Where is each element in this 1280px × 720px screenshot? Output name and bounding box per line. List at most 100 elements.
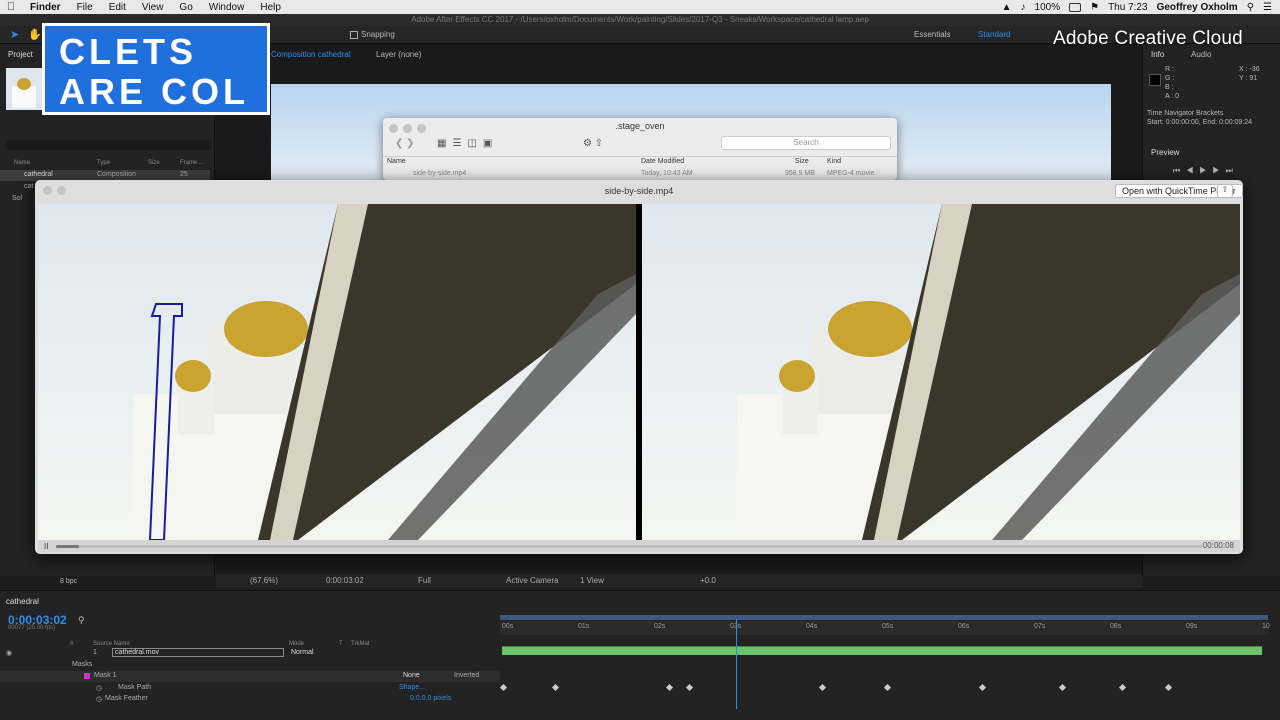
close-icon[interactable] [43,186,52,195]
layer-row[interactable]: ◉ 1 cathedral.mov Normal [0,648,500,659]
hand-tool-icon[interactable]: ✋ [28,28,42,41]
preview-controls-icon[interactable]: ⏮◀▶▶⏭ [1173,166,1239,176]
masks-row[interactable]: Masks [0,660,500,671]
keyframe[interactable] [499,683,508,692]
pause-button[interactable]: II [44,542,48,551]
keyframe[interactable] [1058,683,1066,692]
col-size[interactable]: Size [148,160,160,166]
stopwatch-icon[interactable]: ◷ [96,684,102,692]
inverted-label[interactable]: Inverted [454,672,479,679]
tab-preview[interactable]: Preview [1151,148,1179,157]
finder-col-name[interactable]: Name [387,158,406,165]
zoom-level[interactable]: (67.6%) [250,576,278,585]
tab-info[interactable]: Info [1151,50,1164,59]
mask-feather-row[interactable]: ◷ Mask Feather 0.0,0.0 pixels [0,694,500,705]
notification-icon[interactable]: ☰ [1263,2,1272,13]
menu-edit[interactable]: Edit [101,2,134,13]
menu-finder[interactable]: Finder [22,2,69,13]
bpc-label[interactable]: 8 bpc [60,578,77,585]
workspace-standard[interactable]: Standard [978,30,1010,39]
menu-file[interactable]: File [69,2,101,13]
keyframe[interactable] [1119,683,1127,692]
viewer-timecode[interactable]: 0:00:03:02 [326,576,364,585]
mask-name[interactable]: Mask 1 [94,672,117,679]
workspace-essentials[interactable]: Essentials [914,30,950,39]
search-icon[interactable]: ⚲ [1247,2,1254,13]
finder-row[interactable]: side-by-side.mp4 Today, 10:43 AM 958.9 M… [383,168,897,178]
keyframe[interactable] [883,683,891,692]
finder-search-input[interactable]: Search [721,136,891,150]
playhead[interactable] [736,619,738,709]
wifi-icon[interactable]: ▲ [1002,2,1012,13]
volume-icon[interactable]: ♪ [1021,2,1026,13]
keyframe[interactable] [978,683,986,692]
layer-mode-select[interactable]: Normal [291,649,314,656]
mask-path-value[interactable]: Shape... [399,684,425,691]
keyframe[interactable] [686,683,694,692]
back-icon[interactable]: ❮ ❯ [395,138,415,149]
tab-timeline-cathedral[interactable]: cathedral [6,597,39,606]
col-type[interactable]: Type [97,160,110,166]
col-name[interactable]: Name [14,160,30,166]
mask-row[interactable]: Mask 1 None Inverted [0,671,500,682]
col-source-name[interactable]: Source Name [93,641,130,647]
share-icon[interactable]: ⚙ ⇧ [583,138,603,149]
battery-percent[interactable]: 100% [1035,2,1061,13]
mask-color-swatch[interactable] [84,673,90,679]
user-name[interactable]: Geoffrey Oxholm [1157,2,1238,13]
apple-icon[interactable]:  [0,1,22,13]
col-frames[interactable]: Frame ... [180,160,204,166]
clock[interactable]: Thu 7:23 [1108,2,1147,13]
finder-col-size[interactable]: Size [795,158,809,165]
playback-bar: II 00:00:08 [38,540,1240,552]
quicklook-title: side-by-side.mp4 [604,186,674,196]
finder-row-size: 958.9 MB [785,170,815,177]
video-frame[interactable] [38,204,1240,540]
tab-layer[interactable]: Layer (none) [376,50,421,59]
share-icon[interactable]: ⇧ [1217,184,1233,198]
tab-audio[interactable]: Audio [1191,50,1211,59]
menu-window[interactable]: Window [201,2,253,13]
eye-icon[interactable]: ◉ [6,649,12,657]
finder-col-kind[interactable]: Kind [827,158,841,165]
fullscreen-icon[interactable] [57,186,66,195]
creative-cloud-overlay: Adobe Creative Cloud [1053,28,1243,49]
col-mode[interactable]: Mode [289,641,304,647]
info-x: X : -36 [1239,66,1260,73]
mask-feather-value[interactable]: 0.0,0.0 pixels [410,695,451,702]
keyframe[interactable] [665,683,673,692]
search-icon[interactable]: ⚲ [78,615,85,626]
scrubber-track[interactable] [56,545,1202,548]
mask-path-row[interactable]: ◷ Mask Path Shape... [0,683,500,694]
menu-view[interactable]: View [134,2,172,13]
col-trkmat[interactable]: TrkMat [351,641,369,647]
mask-mode-select[interactable]: None [403,672,420,679]
flag-icon[interactable]: ⚑ [1090,2,1099,13]
finder-col-date[interactable]: Date Modified [641,158,684,165]
status-area: ▲ ♪ 100% ⚑ Thu 7:23 Geoffrey Oxholm ⚲ ☰ [1002,2,1280,13]
time-ruler[interactable]: 00s01s02s03s04s05s06s07s08s09s10 [500,621,1270,635]
exposure-value[interactable]: +0.0 [700,576,716,585]
keyframe[interactable] [819,683,827,692]
tab-project[interactable]: Project [8,50,33,59]
quicklook-window[interactable]: side-by-side.mp4 Open with QuickTime Pla… [35,180,1243,554]
resolution-select[interactable]: Full [418,576,431,585]
keyframe[interactable] [1164,683,1173,692]
snapping-checkbox[interactable] [350,31,358,39]
tab-composition[interactable]: Composition cathedral [271,50,351,59]
selection-tool-icon[interactable]: ➤ [10,28,19,41]
layer-name[interactable]: cathedral.mov [112,648,284,657]
battery-icon[interactable] [1069,2,1082,12]
menu-go[interactable]: Go [171,2,200,13]
layer-duration-bar[interactable] [502,646,1262,655]
work-area-bar[interactable] [500,615,1268,620]
project-search-input[interactable] [6,140,211,150]
camera-select[interactable]: Active Camera [506,576,558,585]
views-select[interactable]: 1 View [580,576,604,585]
keyframe[interactable] [551,683,559,692]
project-row-name: cat [24,183,34,190]
finder-window[interactable]: .stage_oven ❮ ❯ ▦☰◫▣ ⚙ ⇧ Search Name Dat… [383,118,897,180]
view-mode-icon[interactable]: ▦☰◫▣ [437,138,498,149]
stopwatch-icon[interactable]: ◷ [96,695,102,703]
menu-help[interactable]: Help [252,2,289,13]
